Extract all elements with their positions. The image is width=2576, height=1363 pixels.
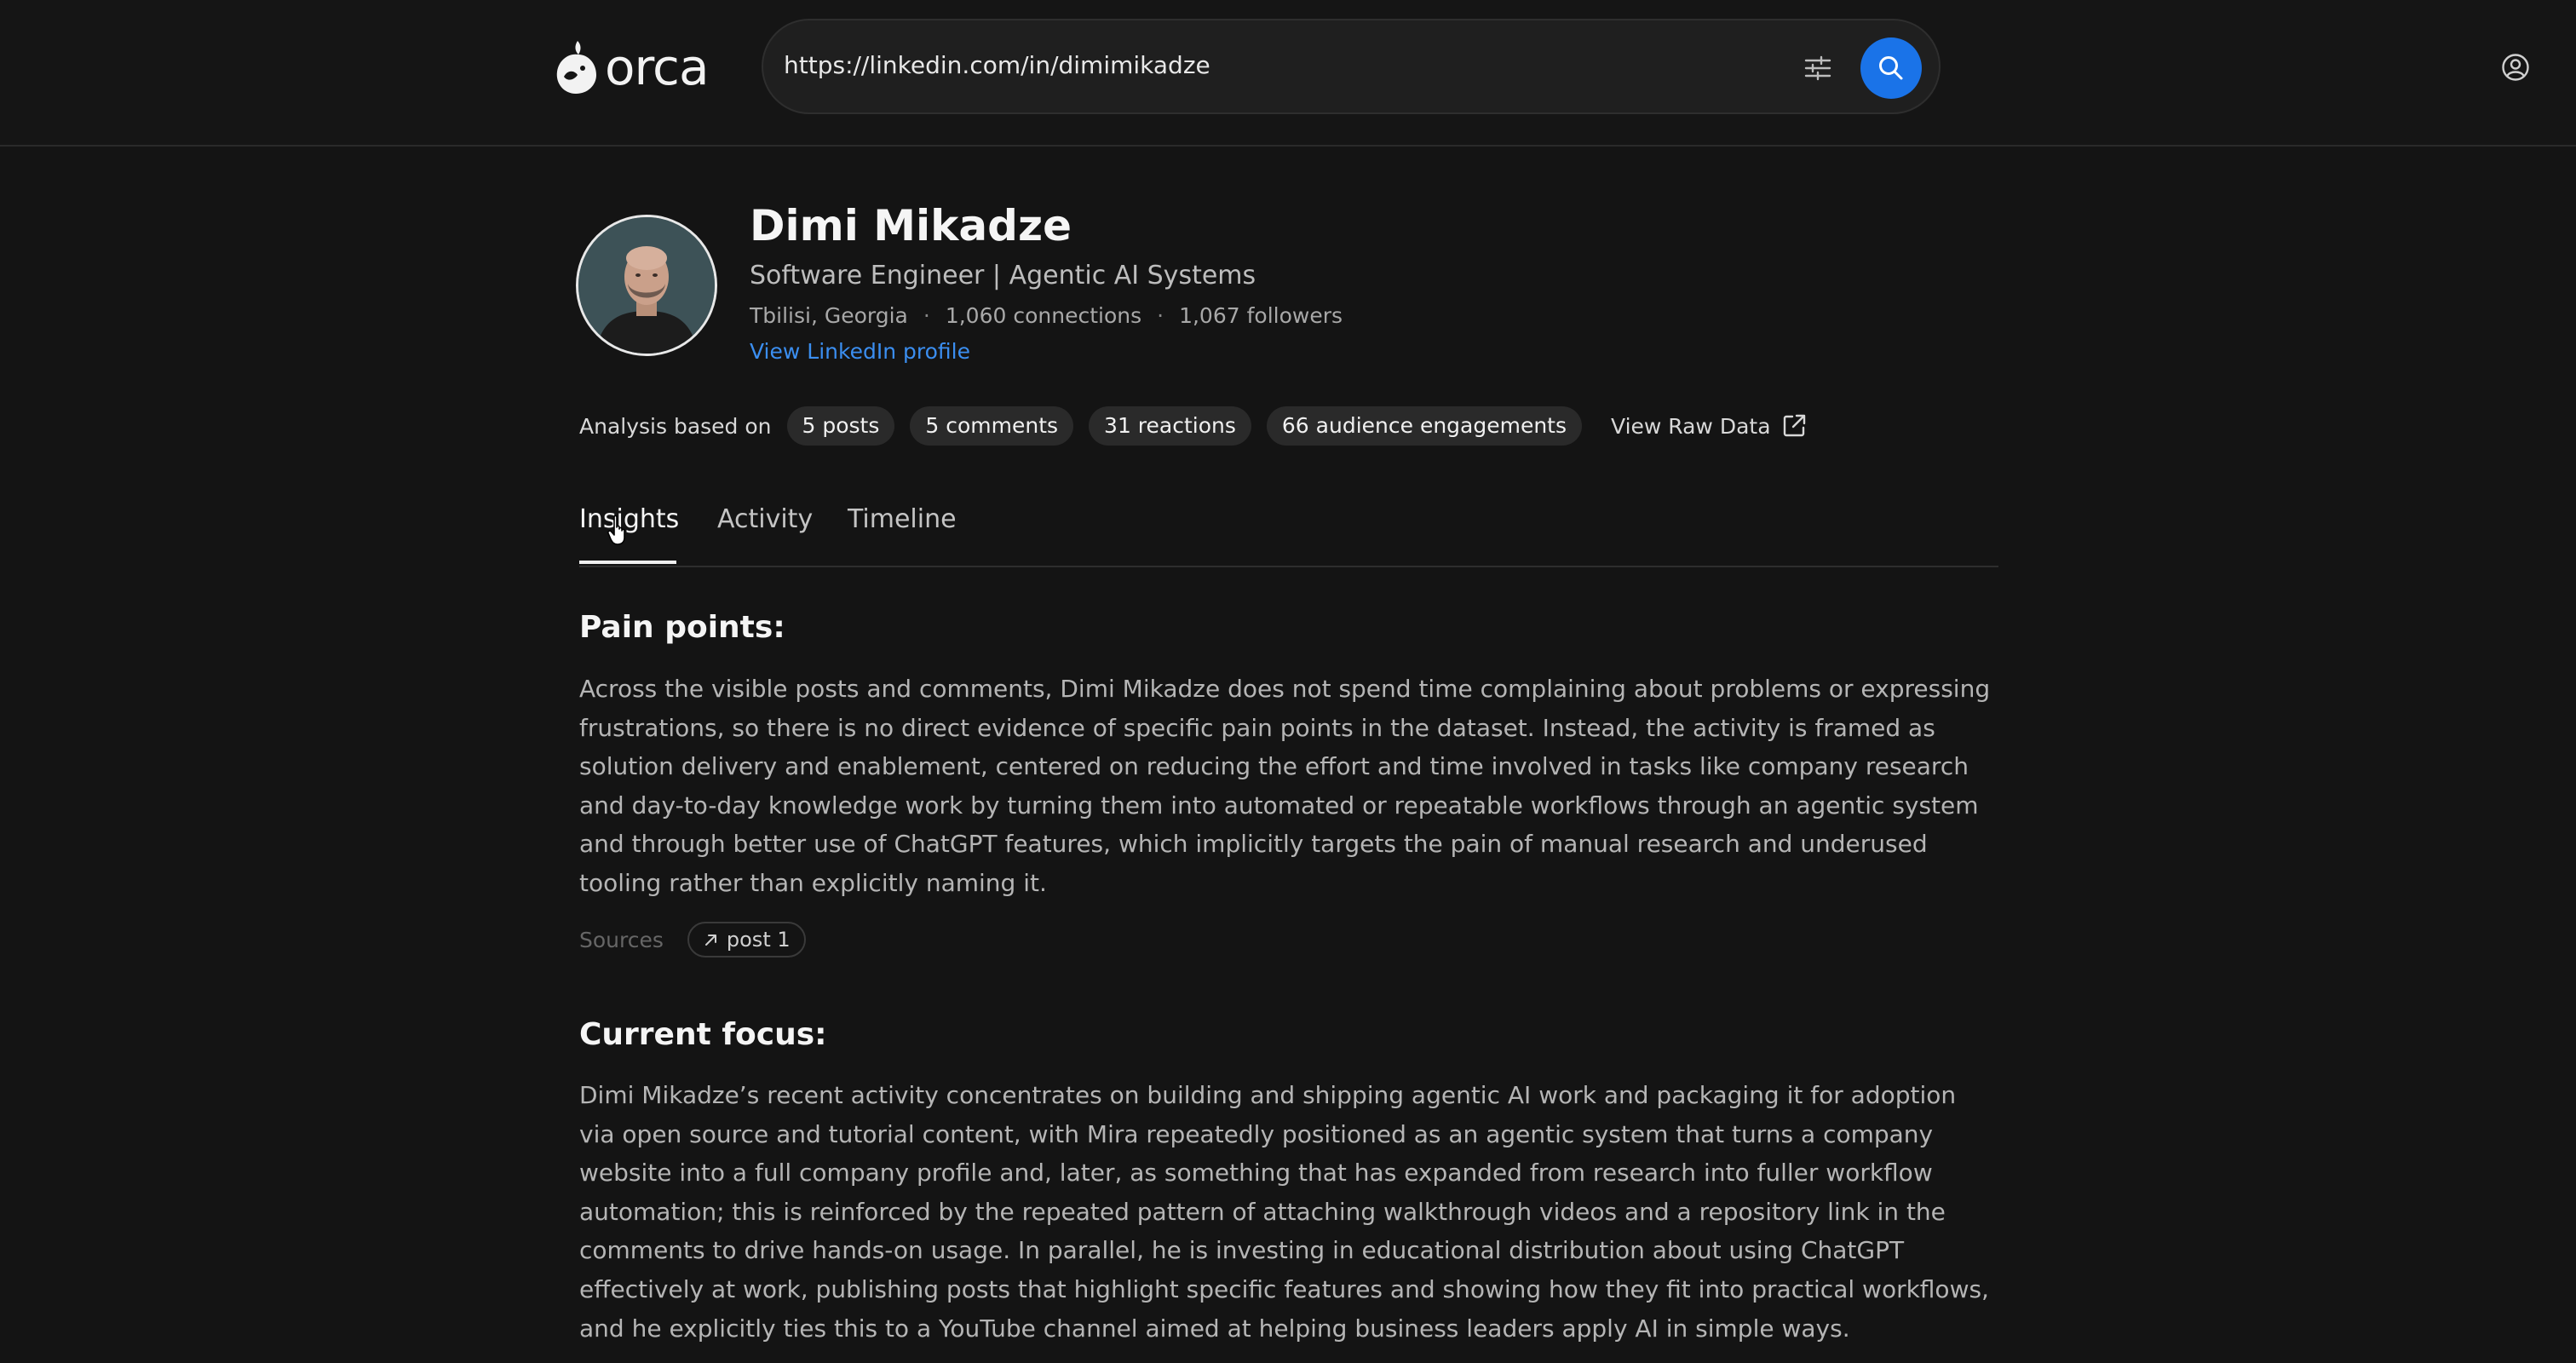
top-bar: orca https://linkedin.com/in/dimimikadze [0, 0, 2576, 147]
sources-row: Sources post 1 [579, 922, 806, 958]
profile-meta: Tbilisi, Georgia · 1,060 connections · 1… [750, 303, 1343, 328]
search-button[interactable] [1860, 37, 1922, 99]
section-title-current-focus: Current focus: [579, 1017, 827, 1052]
text-line: and he explicitly ties this to a YouTube… [579, 1314, 1850, 1343]
text-line: and through better use of ChatGPT featur… [579, 830, 1928, 859]
tab-timeline[interactable]: Timeline [848, 504, 957, 534]
profile-followers: 1,067 followers [1179, 303, 1343, 328]
posts-count-pill: 5 posts [786, 406, 895, 446]
sources-label: Sources [579, 927, 664, 952]
text-line: via open source and tutorial content, wi… [579, 1119, 1934, 1148]
orca-logo[interactable]: orca [552, 37, 709, 97]
source-post-link[interactable]: post 1 [687, 922, 806, 958]
external-link-icon [1783, 414, 1805, 437]
hand-cursor-icon [607, 515, 625, 545]
profile-photo [578, 217, 715, 354]
view-linkedin-profile-link[interactable]: View LinkedIn profile [750, 339, 970, 364]
source-post-label: post 1 [726, 928, 791, 952]
profile-headline: Software Engineer | Agentic AI Systems [750, 261, 1256, 290]
view-raw-data-label: View Raw Data [1611, 413, 1771, 439]
text-line: effectively at work, publishing posts th… [579, 1274, 1989, 1303]
analysis-summary: Analysis based on 5 posts 5 comments 31 … [579, 405, 1807, 446]
text-line: Across the visible posts and comments, D… [579, 675, 1991, 703]
text-line: tooling rather than explicitly naming it… [579, 868, 1047, 897]
profile-connections: 1,060 connections [945, 303, 1142, 328]
search-input[interactable]: https://linkedin.com/in/dimimikadze [784, 51, 1210, 79]
text-line: automation; this is reinforced by the re… [579, 1197, 1946, 1226]
profile-location: Tbilisi, Georgia [750, 303, 908, 328]
search-icon [1879, 56, 1903, 80]
separator-dot: · [1157, 303, 1164, 328]
engagements-count-pill: 66 audience engagements [1266, 406, 1583, 446]
arrow-up-right-icon [704, 935, 716, 946]
text-line: comments to drive hands-on usage. In par… [579, 1236, 1905, 1265]
section-title-pain-points: Pain points: [579, 610, 785, 645]
tab-bar: Insights Activity Timeline [579, 504, 1998, 567]
active-tab-indicator [579, 561, 676, 564]
filter-icon[interactable] [1803, 53, 1833, 83]
tab-activity[interactable]: Activity [717, 504, 813, 534]
text-line: and day-to-day knowledge work by turning… [579, 791, 1979, 820]
reactions-count-pill: 31 reactions [1089, 406, 1251, 446]
text-line: Dimi Mikadze’s recent activity concentra… [579, 1081, 1957, 1109]
comments-count-pill: 5 comments [910, 406, 1074, 446]
account-icon[interactable] [2501, 53, 2530, 82]
separator-dot: · [923, 303, 930, 328]
text-line: website into a full company profile and,… [579, 1159, 1933, 1188]
avatar [576, 215, 717, 356]
pain-points-text: Across the visible posts and comments, D… [579, 670, 2002, 903]
view-raw-data-link[interactable]: View Raw Data [1611, 413, 1807, 439]
current-focus-text: Dimi Mikadze’s recent activity concentra… [579, 1076, 2002, 1348]
text-line: solution delivery and enablement, center… [579, 752, 1969, 781]
profile-name: Dimi Mikadze [750, 201, 1072, 250]
orca-logo-icon [556, 41, 596, 94]
logo-text: orca [605, 38, 709, 96]
url-search-bar[interactable]: https://linkedin.com/in/dimimikadze [762, 19, 1941, 114]
analysis-label: Analysis based on [579, 413, 772, 439]
text-line: frustrations, so there is no direct evid… [579, 713, 1935, 742]
